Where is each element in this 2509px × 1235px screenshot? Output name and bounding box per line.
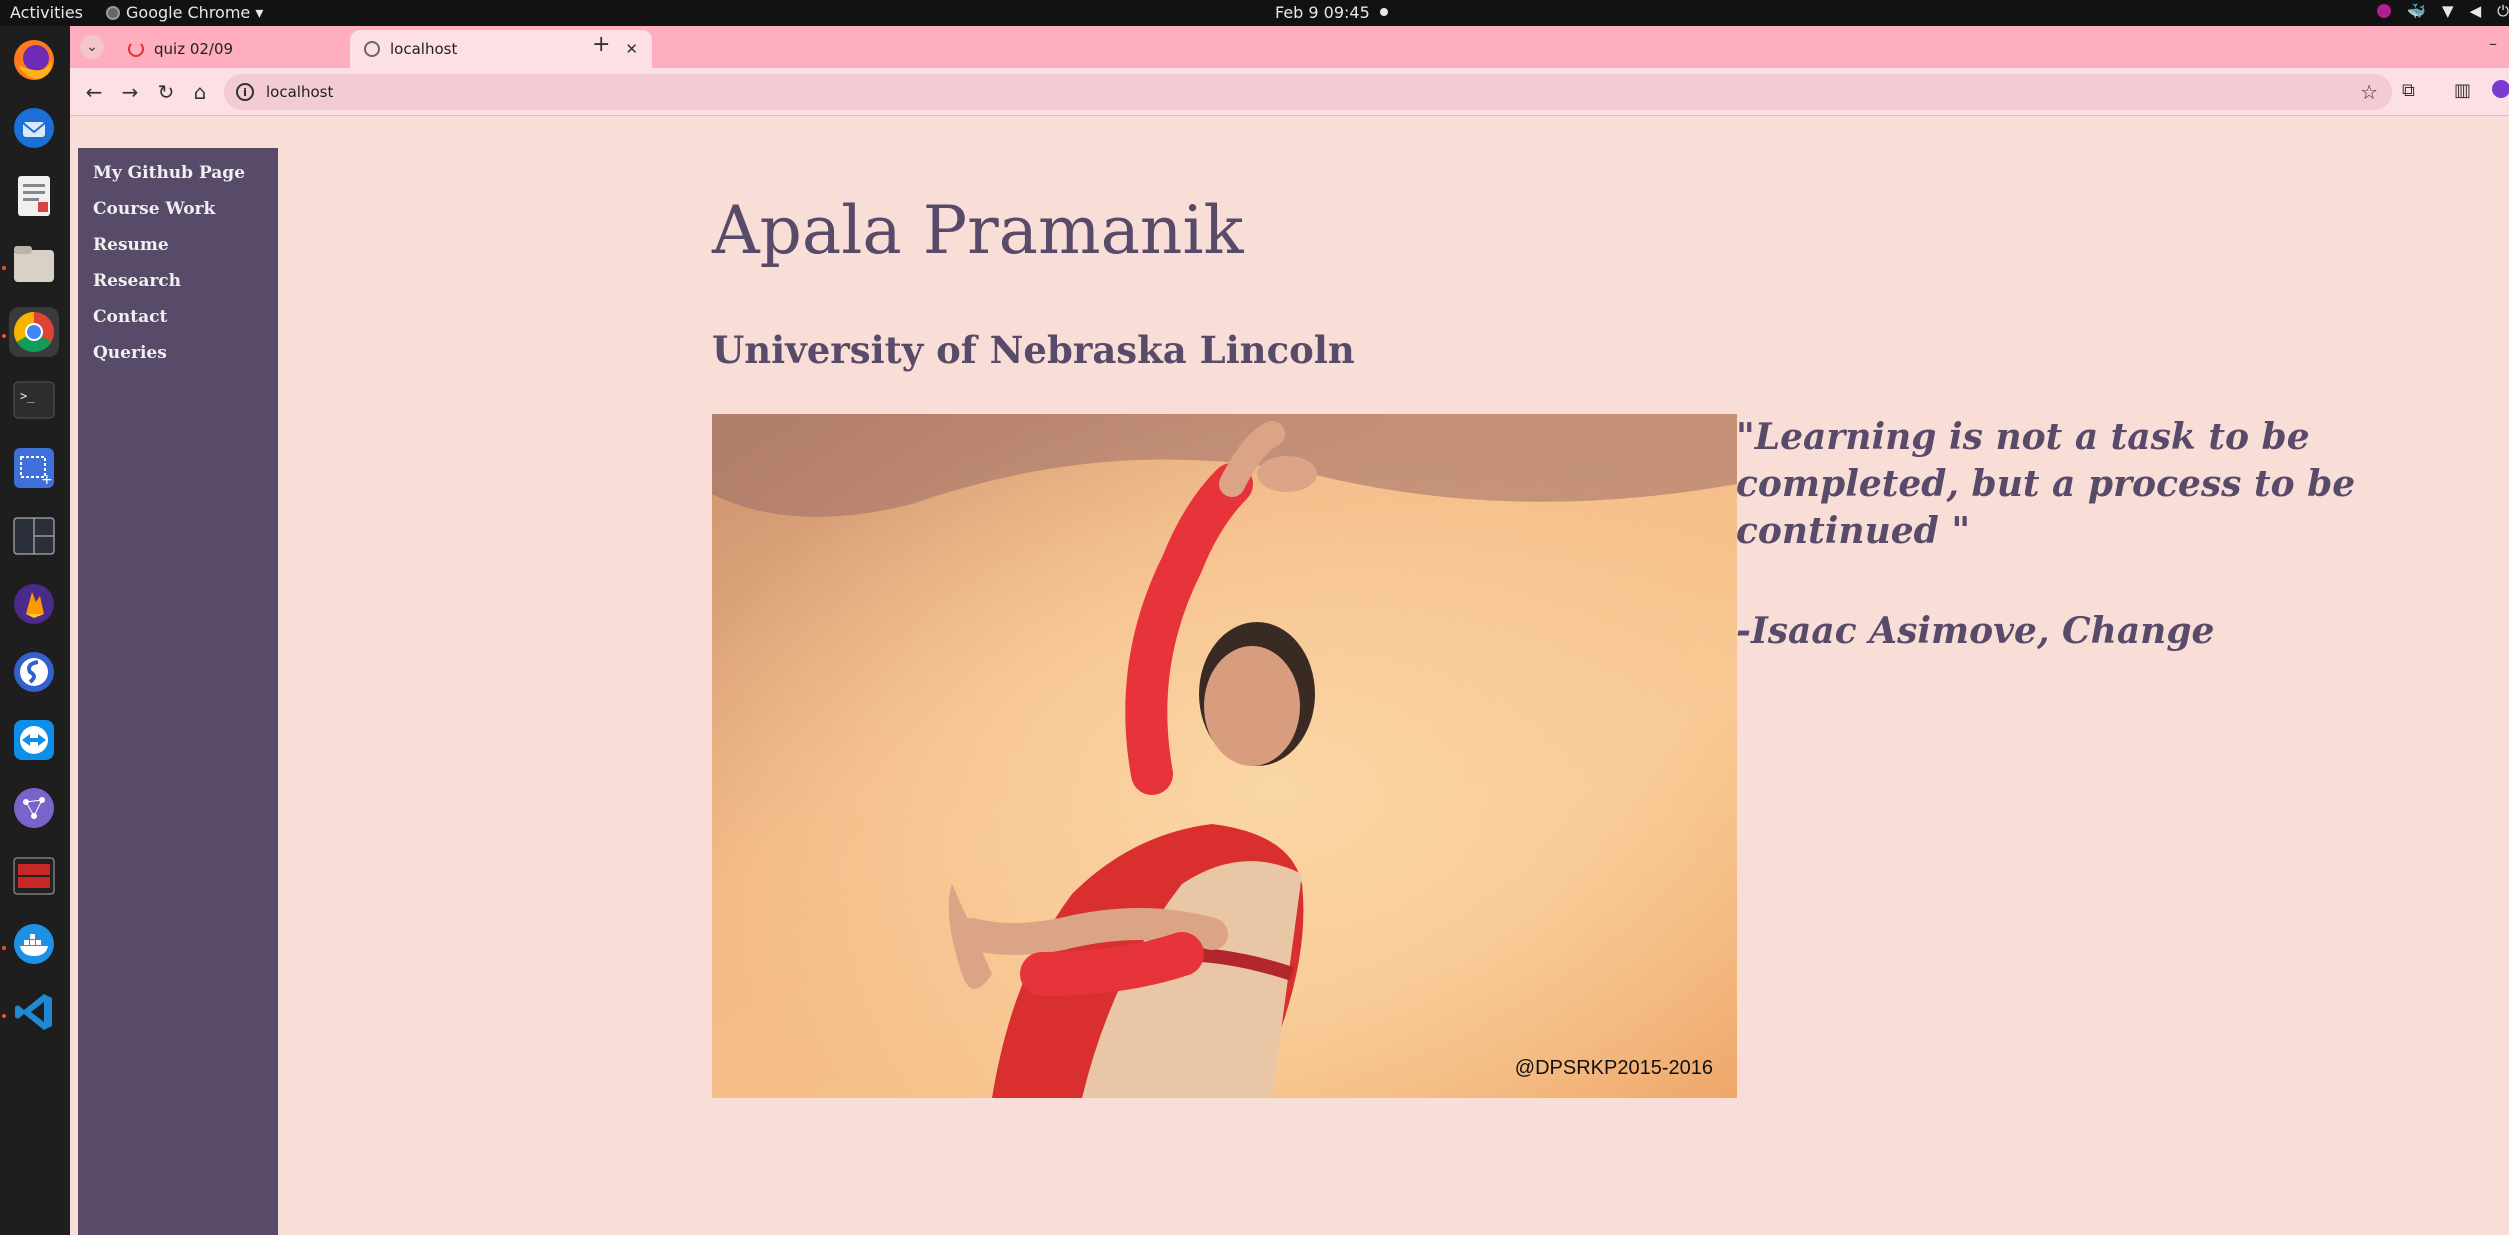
text-editor-icon[interactable] xyxy=(9,171,59,221)
volume-icon[interactable]: ◀ xyxy=(2470,2,2482,20)
nav-link-contact[interactable]: Contact xyxy=(78,302,278,338)
running-indicator xyxy=(2,334,6,338)
browser-window: ⌄ quiz 02/09 ✕ localhost ✕ + – ← → ↻ ⌂ i… xyxy=(70,26,2509,1235)
extensions-icon[interactable]: ⧉ xyxy=(2402,80,2415,101)
site-info-icon[interactable]: i xyxy=(236,83,254,101)
profile-photo: @DPSRKP2015-2016 xyxy=(712,414,1737,1098)
quote-text: "Learning is not a task to be completed,… xyxy=(1736,416,2356,552)
page-title: Apala Pramanik xyxy=(712,192,1244,269)
teamviewer-icon[interactable] xyxy=(9,715,59,765)
photo-watermark: @DPSRKP2015-2016 xyxy=(1514,1057,1713,1079)
simplenote-icon[interactable] xyxy=(9,647,59,697)
docker-tray-icon[interactable]: 🐳 xyxy=(2407,2,2426,20)
home-button[interactable]: ⌂ xyxy=(186,78,214,106)
docker-icon[interactable] xyxy=(9,919,59,969)
dock: >_ + xyxy=(0,26,70,1235)
dancer-photo-illustration xyxy=(712,414,1737,1098)
back-button[interactable]: ← xyxy=(80,78,108,106)
running-indicator xyxy=(2,1014,6,1018)
vscode-icon[interactable] xyxy=(9,987,59,1037)
files-icon[interactable] xyxy=(9,239,59,289)
university-heading: University of Nebraska Lincoln xyxy=(712,328,1355,372)
sidebar-nav: My Github Page Course Work Resume Resear… xyxy=(78,148,278,1235)
close-tab-icon[interactable]: ✕ xyxy=(625,40,638,58)
profile-tray-icon[interactable] xyxy=(2377,4,2392,18)
firefox-icon[interactable] xyxy=(9,35,59,85)
thunderbird-icon[interactable] xyxy=(9,103,59,153)
profile-avatar-icon[interactable] xyxy=(2492,80,2509,98)
tab-search-button[interactable]: ⌄ xyxy=(80,35,104,59)
clock[interactable]: Feb 9 09:45 xyxy=(1275,3,1388,22)
new-tab-button[interactable]: + xyxy=(592,32,610,57)
globe-icon xyxy=(364,41,380,57)
quote-author: -Isaac Asimove, Change xyxy=(1736,610,2215,652)
clock-label: Feb 9 09:45 xyxy=(1275,3,1370,22)
system-tray[interactable]: 🐳 ▼ ◀ ⏻ xyxy=(2377,2,2509,20)
forward-button[interactable]: → xyxy=(116,78,144,106)
tab-strip: ⌄ quiz 02/09 ✕ localhost ✕ + – xyxy=(70,26,2509,68)
side-panel-icon[interactable]: ▥ xyxy=(2454,80,2471,101)
quote-block: "Learning is not a task to be completed,… xyxy=(1736,414,2496,655)
app-menu[interactable]: Google Chrome ▾ xyxy=(106,3,263,22)
tab-label: quiz 02/09 xyxy=(154,40,234,58)
minimize-window-icon[interactable]: – xyxy=(2489,34,2497,53)
page-viewport: My Github Page Course Work Resume Resear… xyxy=(70,116,2509,1235)
app-menu-label: Google Chrome ▾ xyxy=(126,3,264,22)
nav-link-github[interactable]: My Github Page xyxy=(78,158,278,194)
tab-label: localhost xyxy=(390,40,458,58)
wifi-icon[interactable]: ▼ xyxy=(2442,2,2454,20)
bookmark-star-icon[interactable]: ☆ xyxy=(2360,80,2378,104)
nav-link-course-work[interactable]: Course Work xyxy=(78,194,278,230)
terminal-icon[interactable]: >_ xyxy=(9,375,59,425)
svg-text:+: + xyxy=(41,472,53,488)
chrome-icon[interactable] xyxy=(9,307,59,357)
running-indicator xyxy=(2,946,6,950)
nav-link-resume[interactable]: Resume xyxy=(78,230,278,266)
reload-button[interactable]: ↻ xyxy=(152,78,180,106)
app-icon[interactable] xyxy=(9,851,59,901)
power-icon[interactable]: ⏻ xyxy=(2497,2,2509,20)
browser-toolbar: ← → ↻ ⌂ i localhost ☆ ⧉ ▥ xyxy=(70,68,2509,116)
network-icon[interactable] xyxy=(9,783,59,833)
activities-button[interactable]: Activities xyxy=(10,3,83,22)
address-bar-url: localhost xyxy=(266,83,334,101)
tab-quiz[interactable]: quiz 02/09 ✕ xyxy=(114,30,384,68)
recording-dot-icon xyxy=(1379,8,1388,16)
svg-text:>_: >_ xyxy=(20,389,35,403)
nav-link-queries[interactable]: Queries xyxy=(78,338,278,374)
running-indicator xyxy=(2,266,6,270)
nav-link-research[interactable]: Research xyxy=(78,266,278,302)
terminal-split-icon[interactable] xyxy=(9,511,59,561)
system-top-bar: Activities Google Chrome ▾ Feb 9 09:45 🐳… xyxy=(0,0,2509,26)
address-bar[interactable]: i localhost ☆ xyxy=(224,74,2392,110)
chrome-small-icon xyxy=(106,6,120,20)
screenshot-icon[interactable]: + xyxy=(9,443,59,493)
loading-spinner-icon xyxy=(128,41,144,57)
firebase-icon[interactable] xyxy=(9,579,59,629)
